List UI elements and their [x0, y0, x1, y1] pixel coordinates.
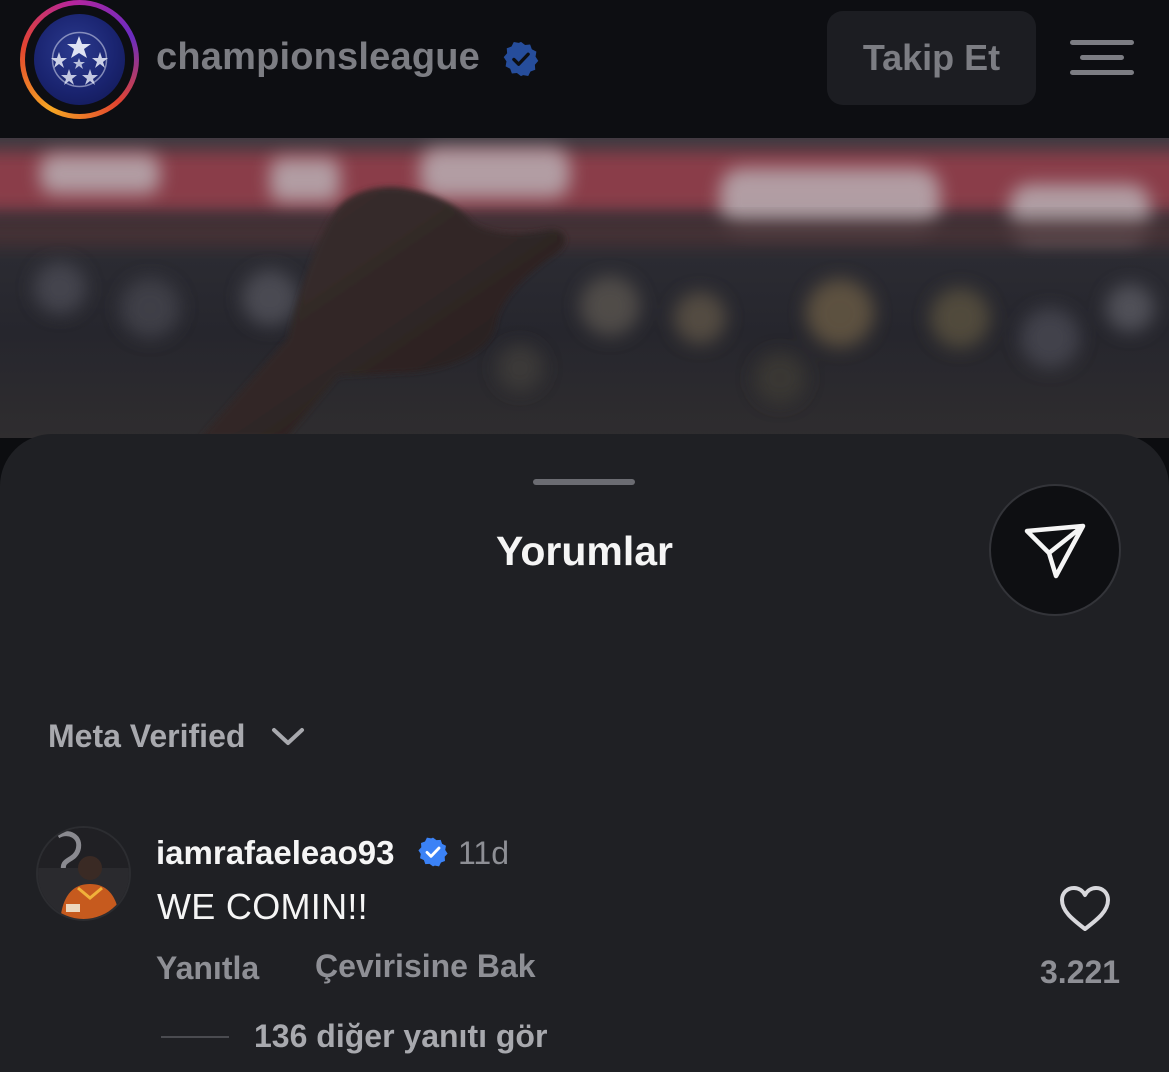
account-name[interactable]: championsleague	[156, 36, 480, 79]
like-count: 3.221	[1040, 954, 1121, 990]
comments-sheet: Yorumlar Meta Verified iamrafaeleao93 11…	[0, 434, 1169, 1072]
follow-button[interactable]: Takip Et	[827, 11, 1036, 105]
menu-icon[interactable]	[1070, 40, 1134, 76]
see-translation-button[interactable]: Çevirisine Bak	[315, 948, 536, 985]
post-header: championsleague Takip Et	[0, 0, 1169, 138]
comment-filter-dropdown[interactable]: Meta Verified	[48, 718, 305, 755]
chevron-down-icon	[272, 727, 305, 745]
view-replies-button[interactable]: 136 diğer yanıtı gör	[254, 1018, 547, 1055]
share-button[interactable]	[989, 484, 1121, 616]
heart-outline-icon[interactable]	[1058, 884, 1112, 934]
comment-text: WE COMIN!!	[157, 886, 368, 927]
profile-avatar[interactable]	[20, 0, 139, 119]
filter-label: Meta Verified	[48, 718, 246, 754]
post-image	[0, 138, 1169, 438]
replies-divider	[161, 1036, 229, 1038]
sheet-drag-handle[interactable]	[533, 479, 635, 485]
commenter-avatar[interactable]	[36, 826, 131, 921]
paper-plane-icon	[1024, 523, 1086, 579]
starball-logo-icon	[34, 14, 125, 105]
verified-badge-icon	[418, 837, 448, 867]
verified-badge-icon	[503, 41, 539, 77]
comment-username[interactable]: iamrafaeleao93	[156, 834, 395, 872]
reply-button[interactable]: Yanıtla	[156, 950, 259, 987]
comment-timestamp: 11d	[458, 835, 510, 871]
